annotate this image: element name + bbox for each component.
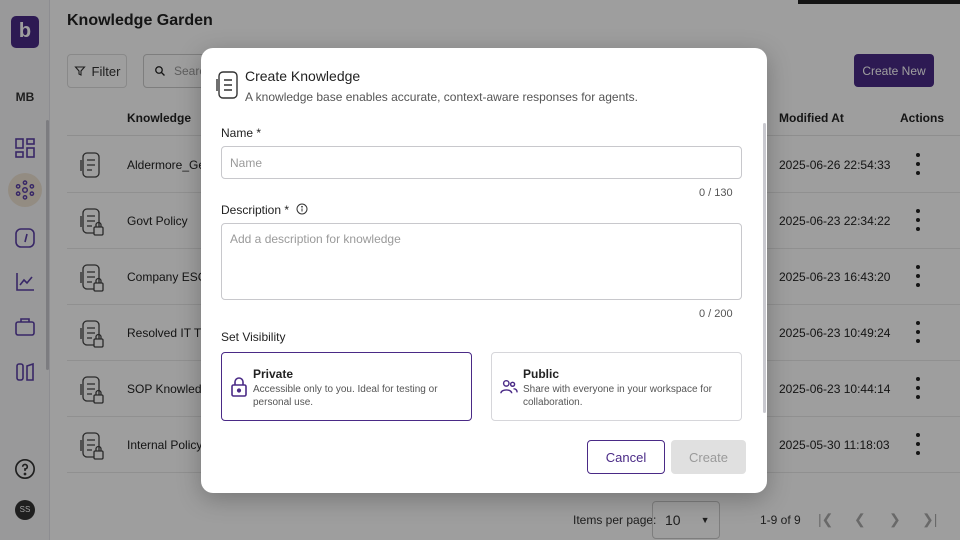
private-title: Private: [253, 367, 294, 381]
public-description: Share with everyone in your workspace fo…: [523, 384, 712, 408]
name-field[interactable]: [221, 146, 742, 179]
lock-icon: [230, 377, 248, 397]
dialog-scrollbar[interactable]: [763, 123, 766, 413]
create-knowledge-dialog: Create Knowledge A knowledge base enable…: [201, 48, 767, 493]
dialog-subtitle: A knowledge base enables accurate, conte…: [245, 90, 638, 104]
name-counter: 0 / 130: [699, 187, 733, 199]
description-counter: 0 / 200: [699, 308, 733, 320]
cancel-button[interactable]: Cancel: [587, 440, 665, 474]
visibility-option-private[interactable]: Private Accessible only to you. Ideal fo…: [221, 352, 472, 421]
public-title: Public: [523, 367, 560, 381]
users-icon: [500, 377, 518, 397]
visibility-label: Set Visibility: [221, 330, 286, 344]
knowledge-icon: [215, 70, 241, 100]
visibility-option-public[interactable]: Public Share with everyone in your works…: [491, 352, 742, 421]
info-icon[interactable]: [296, 203, 308, 215]
description-label-wrap: Description *: [221, 203, 308, 217]
name-label: Name *: [221, 126, 262, 140]
dialog-title: Create Knowledge: [245, 68, 361, 84]
description-field[interactable]: [221, 223, 742, 300]
private-description: Accessible only to you. Ideal for testin…: [253, 384, 438, 408]
description-label: Description *: [221, 203, 290, 217]
create-button[interactable]: Create: [671, 440, 746, 474]
